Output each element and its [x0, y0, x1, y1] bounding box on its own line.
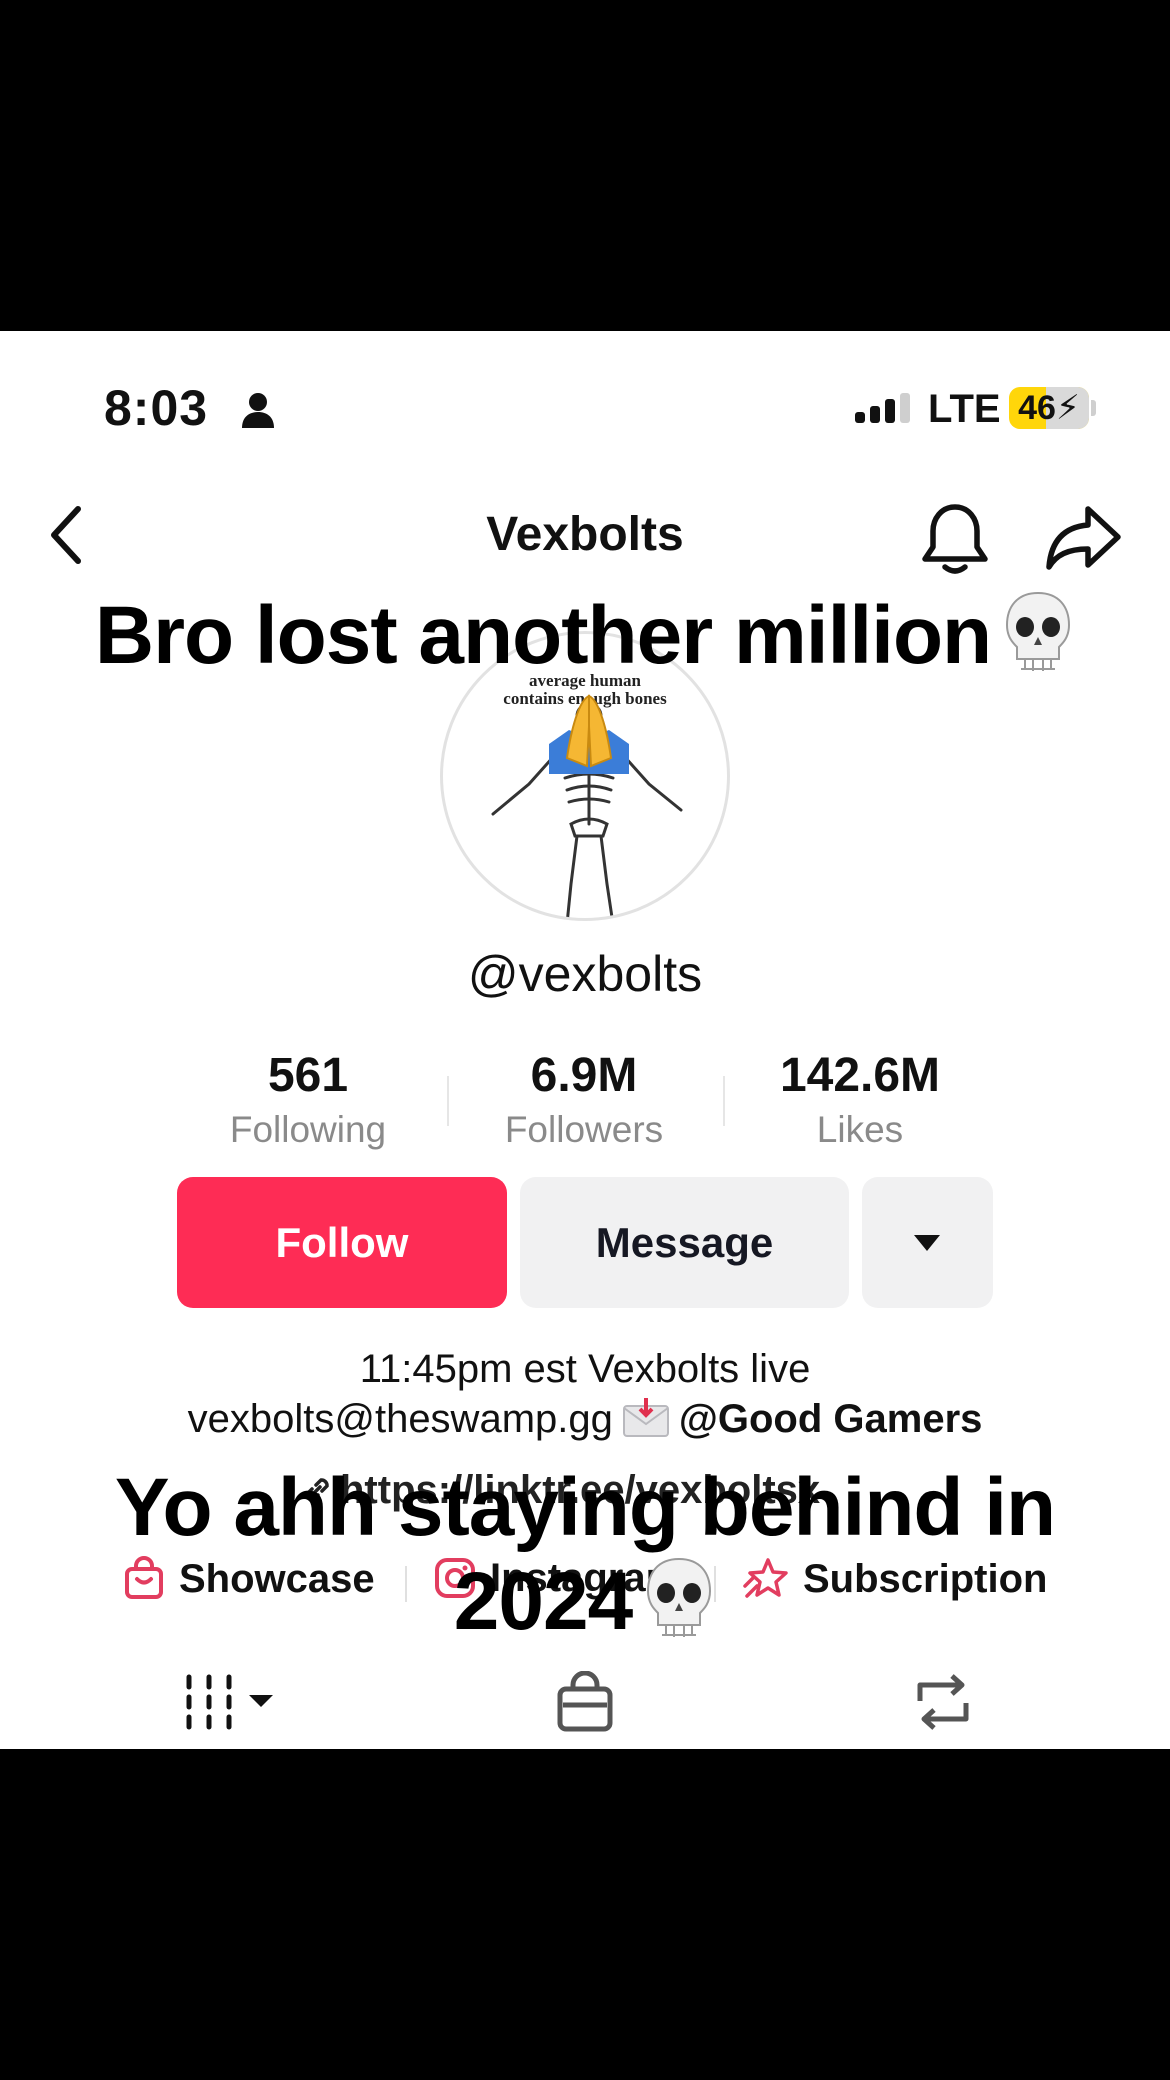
- followers-count: 6.9M: [530, 1049, 638, 1102]
- bio-contact-line: vexbolts@theswamp.gg @Good Gamers: [100, 1397, 1070, 1442]
- bio-mention[interactable]: @Good Gamers: [679, 1397, 983, 1441]
- stat-divider: [447, 1076, 449, 1126]
- more-dropdown-button[interactable]: [862, 1177, 993, 1308]
- overlay-caption-top: Bro lost another million: [0, 586, 1170, 686]
- bell-icon[interactable]: [917, 501, 993, 577]
- battery-indicator: 46⚡︎: [1009, 387, 1089, 429]
- username: @vexbolts: [467, 946, 703, 1002]
- battery-percent: 46⚡︎: [1018, 389, 1080, 427]
- back-button[interactable]: [40, 501, 96, 569]
- share-icon[interactable]: [1044, 503, 1124, 573]
- status-time: 8:03: [104, 380, 209, 436]
- person-icon: [242, 393, 274, 428]
- signal-icon: [855, 393, 910, 423]
- message-button[interactable]: Message: [520, 1177, 849, 1308]
- letterbox-bottom: [0, 1749, 1170, 2080]
- bio-email[interactable]: vexbolts@theswamp.gg: [188, 1397, 613, 1441]
- overlay-caption-bottom: Yo ahh staying behind in 2024: [85, 1461, 1085, 1649]
- caret-down-icon: [914, 1235, 940, 1251]
- letterbox-top: [0, 0, 1170, 331]
- stat-likes[interactable]: 142.6M Likes: [750, 1046, 970, 1154]
- overlay-bottom-line1: Yo ahh staying behind in: [114, 1462, 1056, 1553]
- overlay-bottom-line2: 2024: [85, 1555, 1085, 1649]
- profile-screen: 8:03 LTE 46⚡︎ Vexbolts average human con…: [0, 331, 1170, 1749]
- likes-count: 142.6M: [779, 1049, 941, 1102]
- stat-followers[interactable]: 6.9M Followers: [474, 1046, 694, 1154]
- following-label: Following: [229, 1109, 387, 1150]
- likes-label: Likes: [816, 1109, 904, 1150]
- envelope-icon: [622, 1398, 669, 1437]
- skull-icon: [647, 1557, 712, 1637]
- page-title: Vexbolts: [486, 508, 684, 561]
- following-count: 561: [267, 1049, 349, 1102]
- carrier-label: LTE: [928, 387, 1001, 431]
- grid-icon[interactable]: [183, 1673, 279, 1733]
- follow-button[interactable]: Follow: [177, 1177, 507, 1308]
- stat-divider: [723, 1076, 725, 1126]
- skull-icon: [1006, 591, 1071, 671]
- battery-tip: [1091, 400, 1096, 416]
- shop-bag-icon[interactable]: [555, 1671, 615, 1733]
- bio-text: 11:45pm est Vexbolts live: [359, 1347, 811, 1391]
- followers-label: Followers: [504, 1109, 664, 1150]
- repost-icon[interactable]: [910, 1671, 976, 1733]
- stat-following[interactable]: 561 Following: [198, 1046, 418, 1154]
